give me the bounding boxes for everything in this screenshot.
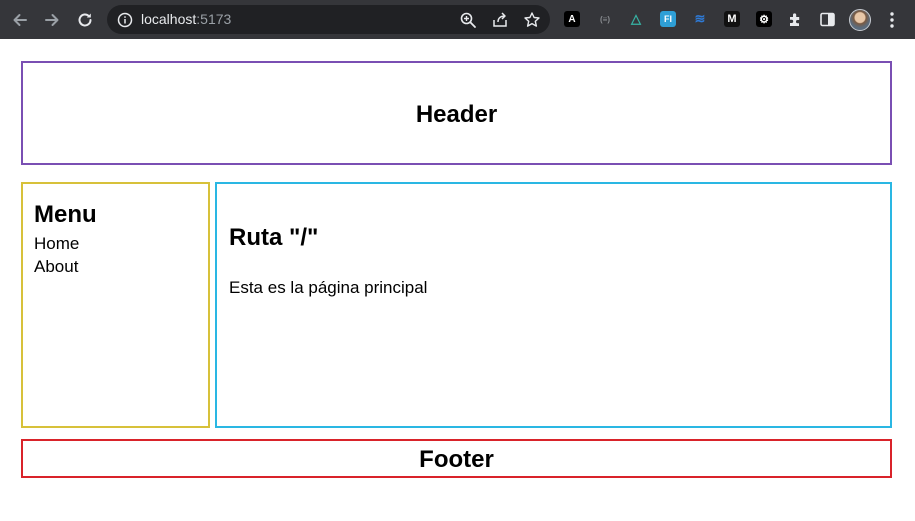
extension-glyph: △ (631, 11, 641, 26)
side-panel-icon[interactable] (819, 11, 836, 28)
url-text[interactable]: localhost:5173 (141, 11, 231, 28)
zoom-icon[interactable] (459, 11, 477, 29)
avatar[interactable] (849, 9, 871, 31)
browser-toolbar: localhost:5173 A (≡) △ FI ≋ M ⚙ (0, 0, 915, 39)
menu-link-about[interactable]: About (34, 257, 78, 277)
reload-button[interactable] (73, 8, 97, 32)
extension-glyph: ⚙ (759, 13, 769, 26)
extension-glyph: M (727, 13, 737, 25)
kebab-menu-icon[interactable] (884, 11, 900, 29)
star-icon[interactable] (523, 11, 541, 29)
page-footer: Footer (21, 439, 892, 478)
extension-icon[interactable]: ≋ (692, 11, 708, 27)
menu-link-home[interactable]: Home (34, 234, 79, 254)
url-port: :5173 (196, 11, 232, 27)
extension-glyph: FI (664, 14, 672, 24)
extension-glyph: (≡) (600, 14, 610, 24)
menu-title: Menu (34, 201, 97, 228)
info-icon[interactable] (117, 12, 133, 28)
back-button[interactable] (8, 8, 32, 32)
puzzle-icon[interactable] (787, 11, 804, 28)
extension-icon[interactable]: FI (660, 11, 676, 27)
back-arrow-icon (13, 14, 27, 26)
extension-icon[interactable]: M (724, 11, 740, 27)
extension-icon[interactable]: ⚙ (756, 11, 772, 27)
route-description: Esta es la página principal (229, 278, 428, 297)
footer-title: Footer (419, 446, 494, 473)
extension-glyph: ≋ (694, 11, 706, 26)
page-header: Header (21, 61, 892, 165)
share-icon[interactable] (491, 11, 509, 29)
sidebar-menu: Menu Home About (21, 182, 210, 428)
extension-icon[interactable]: △ (628, 11, 644, 27)
address-bar[interactable]: localhost:5173 (107, 5, 550, 34)
forward-button[interactable] (40, 8, 64, 32)
header-title: Header (415, 101, 498, 128)
route-title: Ruta "/" (229, 224, 319, 251)
reload-icon (78, 13, 92, 27)
forward-arrow-icon (45, 14, 59, 26)
url-host: localhost (141, 11, 197, 27)
main-content: Ruta "/" Esta es la página principal (215, 182, 892, 428)
extension-icon[interactable]: A (564, 11, 580, 27)
extension-icon[interactable]: (≡) (596, 11, 614, 27)
extension-glyph: A (568, 13, 576, 25)
